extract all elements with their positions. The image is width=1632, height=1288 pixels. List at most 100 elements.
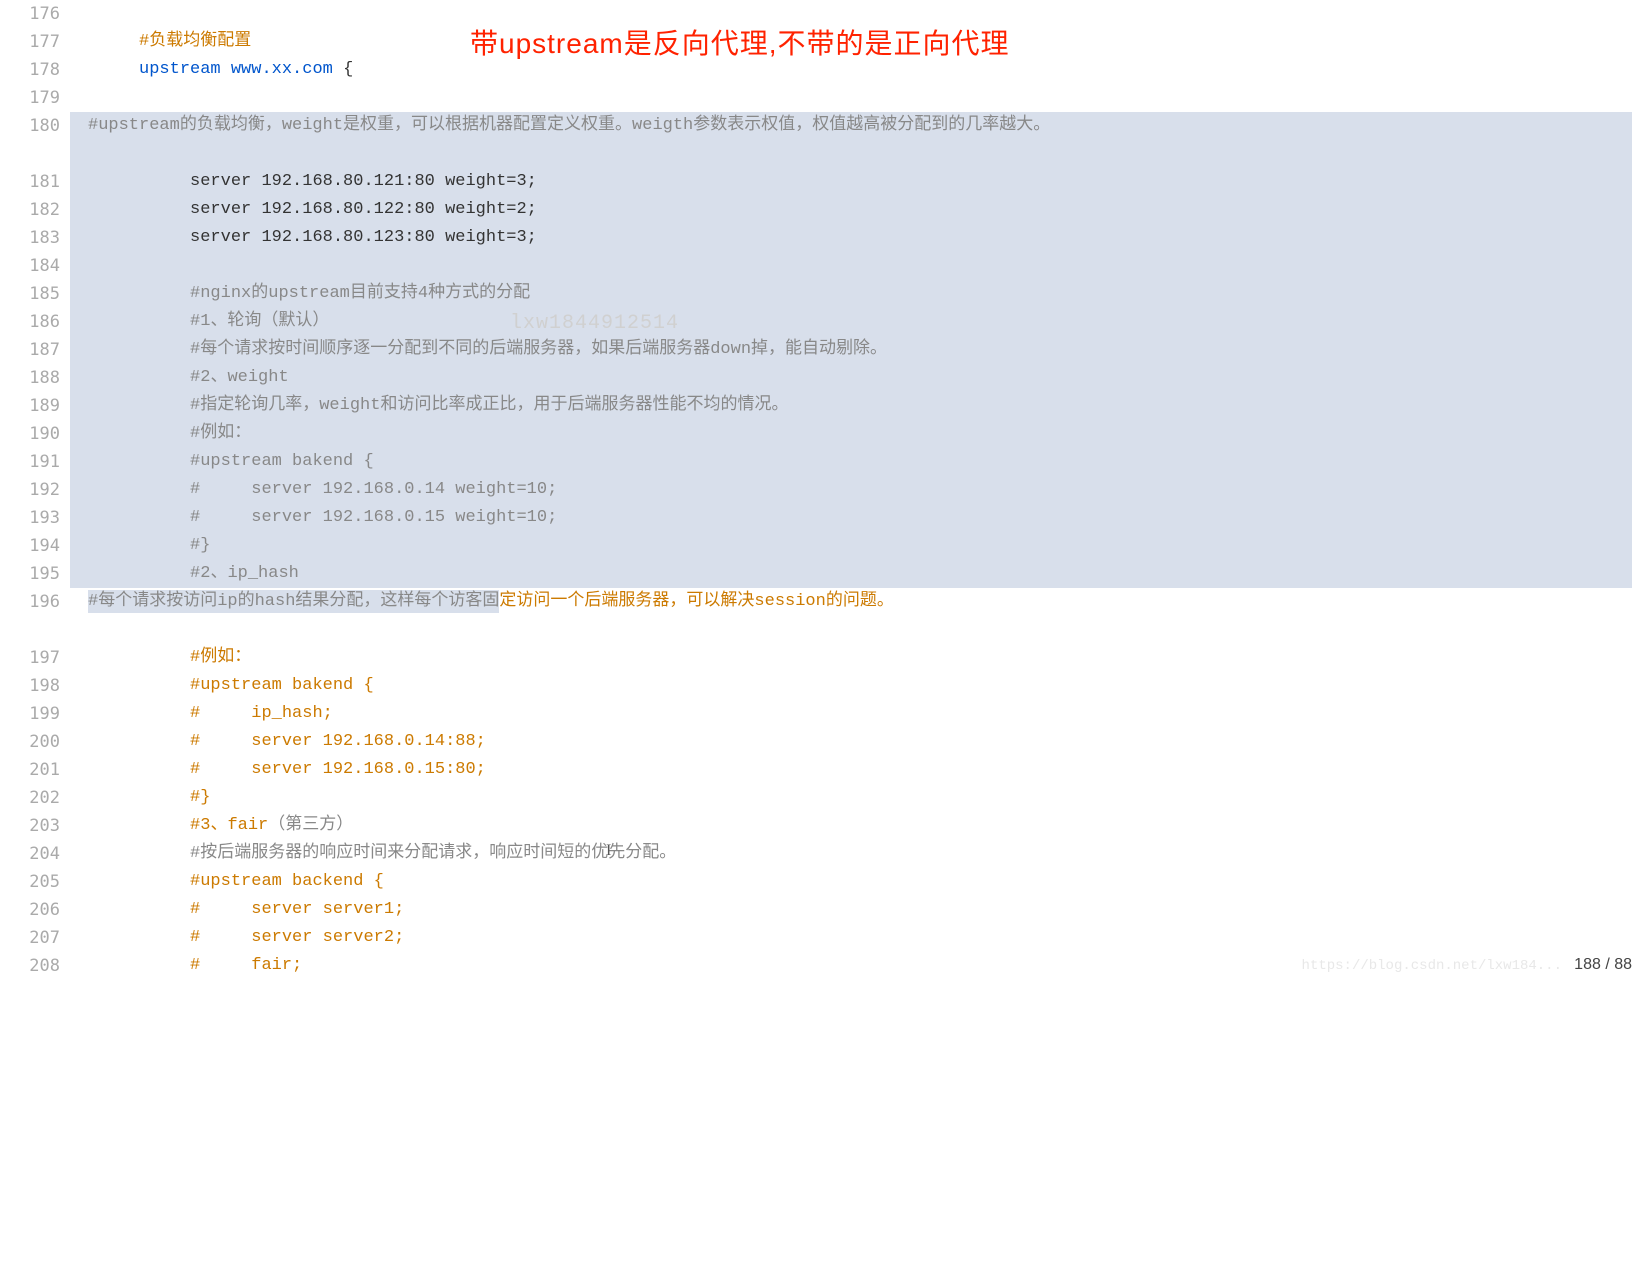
code-line[interactable]: server 192.168.80.121:80 weight=3; (70, 168, 1632, 196)
code-line[interactable]: # server server1; (70, 896, 1632, 924)
code-token: # server 192.168.0.15:80; (190, 760, 486, 779)
code-line[interactable]: # server 192.168.0.15:80; (70, 756, 1632, 784)
code-line[interactable] (70, 0, 1632, 28)
code-token: # (190, 564, 200, 583)
code-line[interactable]: #upstream backend { (70, 868, 1632, 896)
code-line[interactable]: # ip_hash; (70, 700, 1632, 728)
code-token: { (333, 60, 353, 79)
code-token: #upstream的负载均衡， (88, 116, 282, 135)
code-token: fair (227, 816, 268, 835)
code-token: 种方式的分配 (428, 284, 530, 303)
code-line[interactable] (70, 84, 1632, 112)
line-number: 208 (0, 952, 60, 980)
code-token: #每个请求按时间顺序逐一分配到不同的后端服务器，如果后端服务器 (190, 340, 710, 359)
line-number: 205 (0, 868, 60, 896)
line-number: 179 (0, 84, 60, 112)
code-token: # (190, 816, 200, 835)
code-line[interactable]: #upstream bakend { (70, 448, 1632, 476)
code-token: # server 192.168.0.14:88; (190, 732, 486, 751)
code-token: （第三方） (268, 816, 353, 835)
code-token: #upstream bakend { (190, 676, 374, 695)
line-number: 181 (0, 168, 60, 196)
code-line[interactable]: #nginx的upstream目前支持4种方式的分配 (70, 280, 1632, 308)
code-editor: 176177178179180 181182183184185186187188… (0, 0, 1632, 980)
code-token: #指定轮询几率， (190, 396, 319, 415)
code-token: 参数表示权值，权值越高被分配到的几率越大。 (693, 116, 1050, 135)
line-number-gutter: 176177178179180 181182183184185186187188… (0, 0, 70, 980)
code-line[interactable]: #} (70, 532, 1632, 560)
line-number: 180 (0, 112, 60, 140)
line-number: 202 (0, 784, 60, 812)
code-token: #例如： (190, 648, 251, 667)
code-token: 3 (200, 816, 210, 835)
code-line[interactable]: #2、weight (70, 364, 1632, 392)
code-line[interactable]: #1、轮询（默认） (70, 308, 1632, 336)
code-token: # server 192.168.0.14 weight=10; (190, 480, 557, 499)
code-token: 、轮询（默认） (210, 312, 329, 331)
code-line[interactable]: #每个请求按时间顺序逐一分配到不同的后端服务器，如果后端服务器down掉，能自动… (70, 336, 1632, 364)
code-token: #按后端服务器的响应时间来分配请求，响应时间短的优先分配。 (190, 844, 676, 863)
code-line[interactable]: # server 192.168.0.14:88; (70, 728, 1632, 756)
line-number: 193 (0, 504, 60, 532)
code-token: #负载均衡配置 (139, 32, 251, 51)
code-line[interactable]: #每个请求按访问ip的hash结果分配，这样每个访客固定访问一个后端服务器，可以… (70, 588, 1632, 644)
code-line[interactable]: # fair; (70, 952, 1632, 980)
line-number: 185 (0, 280, 60, 308)
line-number: 182 (0, 196, 60, 224)
code-line[interactable] (70, 252, 1632, 280)
code-token: #例如： (190, 424, 251, 443)
line-number: 188 (0, 364, 60, 392)
code-token: 、 (210, 816, 227, 835)
code-token: server 192.168.80.123:80 weight=3; (190, 228, 537, 247)
code-token: weight (227, 368, 288, 387)
code-token (221, 60, 231, 79)
code-line[interactable]: #例如： (70, 420, 1632, 448)
code-token: server 192.168.80.121:80 weight=3; (190, 172, 537, 191)
line-number: 206 (0, 896, 60, 924)
code-token: #} (190, 788, 210, 807)
code-line[interactable]: #3、fair（第三方） (70, 812, 1632, 840)
code-line[interactable]: #upstream的负载均衡，weight是权重，可以根据机器配置定义权重。we… (70, 112, 1632, 168)
line-number: 198 (0, 672, 60, 700)
code-token: upstream (268, 284, 350, 303)
code-line[interactable]: upstream www.xx.com { (70, 56, 1632, 84)
code-token: # server server2; (190, 928, 404, 947)
line-number: 178 (0, 56, 60, 84)
code-token: # (190, 368, 200, 387)
code-line[interactable]: #按后端服务器的响应时间来分配请求，响应时间短的优先分配。 (70, 840, 1632, 868)
line-number: 176 (0, 0, 60, 28)
line-number: 192 (0, 476, 60, 504)
line-number: 191 (0, 448, 60, 476)
line-number: 197 (0, 644, 60, 672)
code-token: server 192.168.80.122:80 weight=2; (190, 200, 537, 219)
code-token: weigth (632, 116, 693, 135)
line-number: 196 (0, 588, 60, 616)
page-counter: 188 / 88 (1574, 956, 1632, 974)
code-line[interactable]: server 192.168.80.123:80 weight=3; (70, 224, 1632, 252)
code-content[interactable]: #负载均衡配置 upstream www.xx.com { #upstream的… (70, 0, 1632, 980)
code-line[interactable]: # server server2; (70, 924, 1632, 952)
code-token: 2 (200, 368, 210, 387)
line-number: 204 (0, 840, 60, 868)
code-line[interactable]: #} (70, 784, 1632, 812)
code-line[interactable]: #upstream bakend { (70, 672, 1632, 700)
code-line[interactable]: #2、ip_hash (70, 560, 1632, 588)
line-number: 186 (0, 308, 60, 336)
code-token: ip_hash (227, 564, 298, 583)
line-number: 190 (0, 420, 60, 448)
code-token: #upstream bakend { (190, 452, 374, 471)
code-token: 1 (200, 312, 210, 331)
code-line[interactable]: #例如： (70, 644, 1632, 672)
code-line[interactable]: #负载均衡配置 (70, 28, 1632, 56)
line-number: 195 (0, 560, 60, 588)
code-token: #} (190, 536, 210, 555)
code-line[interactable]: # server 192.168.0.14 weight=10; (70, 476, 1632, 504)
code-token: 、 (210, 368, 227, 387)
code-line[interactable]: server 192.168.80.122:80 weight=2; (70, 196, 1632, 224)
code-line[interactable]: #指定轮询几率，weight和访问比率成正比，用于后端服务器性能不均的情况。 (70, 392, 1632, 420)
code-line[interactable]: # server 192.168.0.15 weight=10; (70, 504, 1632, 532)
line-number: 194 (0, 532, 60, 560)
code-token: 掉，能自动剔除。 (751, 340, 887, 359)
line-number: 199 (0, 700, 60, 728)
code-token: weight (319, 396, 380, 415)
